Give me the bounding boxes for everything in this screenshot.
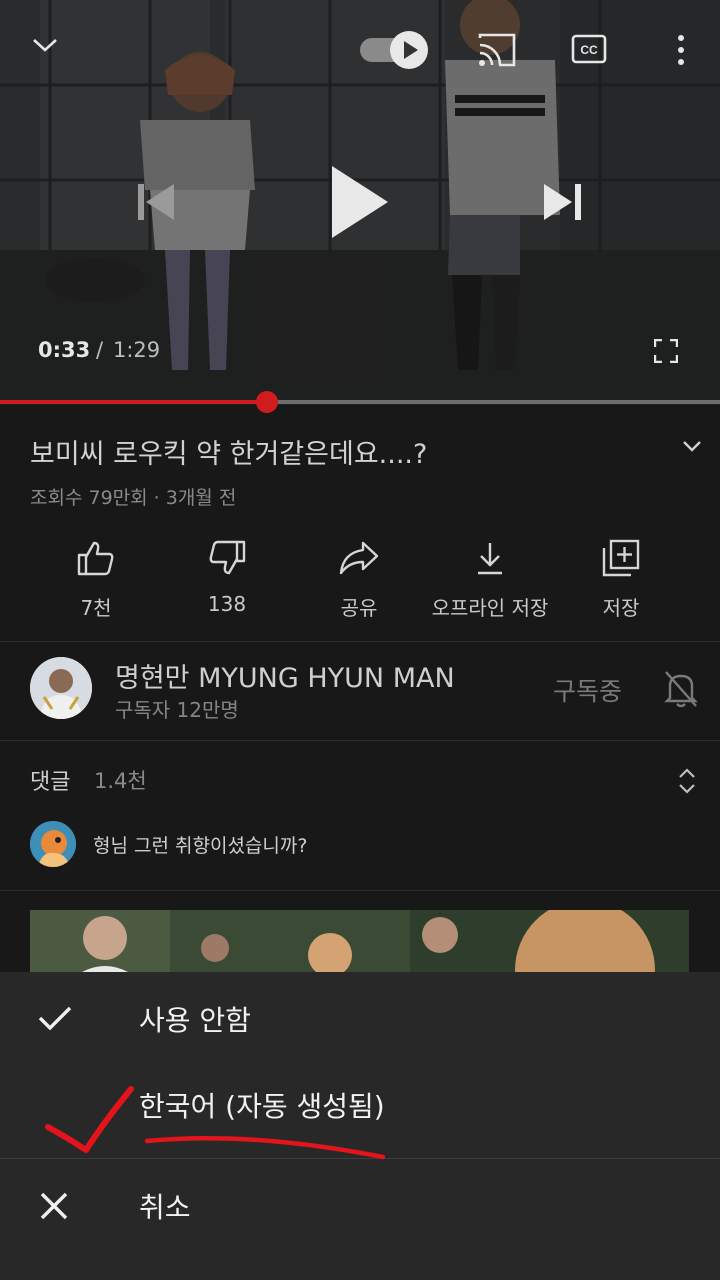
comment-avatar-image [30, 821, 76, 867]
comment-avatar [30, 821, 76, 867]
subscriber-count: 구독자 12만명 [115, 698, 239, 722]
dislike-button[interactable]: 138 [157, 536, 297, 616]
previous-button[interactable] [138, 184, 176, 220]
chevron-down-icon [683, 441, 701, 452]
video-meta: 조회수 79만회 · 3개월 전 [30, 487, 237, 509]
next-video-thumbnail[interactable] [30, 910, 689, 980]
fullscreen-button[interactable] [654, 339, 678, 363]
download-button[interactable]: 오프라인 저장 [420, 536, 560, 621]
share-label: 공유 [340, 596, 378, 620]
bell-off-icon [664, 671, 698, 708]
autoplay-toggle[interactable] [359, 30, 429, 70]
save-button[interactable]: 저장 [551, 536, 691, 621]
more-options-button[interactable] [676, 34, 686, 66]
video-player[interactable]: CC 0:33 / 1:29 [0, 0, 720, 405]
like-count: 7천 [80, 596, 112, 620]
caption-option-label: 사용 안함 [139, 1004, 251, 1037]
red-annotation-markup [45, 1086, 386, 1160]
svg-text:CC: CC [580, 43, 598, 57]
check-icon [38, 1006, 72, 1031]
cast-button[interactable] [477, 32, 517, 68]
save-label: 저장 [602, 596, 640, 620]
close-icon [40, 1192, 68, 1220]
fullscreen-icon [654, 339, 678, 363]
save-to-playlist-icon [602, 539, 640, 577]
cancel-button[interactable]: 취소 [0, 1159, 720, 1280]
expand-description-button[interactable] [682, 438, 702, 457]
current-time: 0:33 [38, 338, 91, 362]
next-icon [544, 184, 581, 220]
download-label: 오프라인 저장 [431, 596, 549, 620]
download-icon [478, 543, 502, 575]
video-title[interactable]: 보미씨 로우킥 약 한거같은데요....? [30, 432, 427, 471]
play-icon [332, 166, 388, 238]
cast-icon [478, 33, 516, 67]
dislike-icon [209, 540, 246, 575]
like-icon [77, 541, 114, 576]
more-vert-icon [678, 35, 684, 65]
like-button[interactable]: 7천 [26, 536, 166, 621]
cc-icon: CC [571, 34, 607, 64]
time-separator: / [96, 338, 104, 362]
previous-icon [138, 184, 174, 220]
channel-name[interactable]: 명현만 MYUNG HYUN MAN [115, 656, 455, 695]
divider [0, 740, 720, 741]
play-button[interactable] [332, 166, 388, 238]
caption-option-off[interactable]: 사용 안함 [0, 972, 720, 1065]
divider [0, 641, 720, 642]
comments-title[interactable]: 댓글 [30, 764, 70, 796]
next-button[interactable] [544, 184, 582, 220]
captions-button[interactable]: CC [571, 34, 607, 64]
channel-avatar[interactable] [30, 657, 92, 719]
divider [0, 890, 720, 891]
total-duration: 1:29 [113, 338, 161, 362]
sort-icon [679, 768, 695, 794]
comments-expand-button[interactable] [677, 767, 697, 799]
dislike-count: 138 [207, 592, 247, 616]
progress-fill [0, 400, 268, 404]
progress-scrubber[interactable] [256, 391, 279, 413]
chevron-down-icon [33, 39, 57, 52]
notification-bell-button[interactable] [664, 670, 698, 712]
share-button[interactable]: 공유 [289, 536, 429, 621]
comments-count: 1.4천 [94, 769, 147, 793]
share-icon [339, 541, 379, 575]
autoplay-toggle-icon [360, 31, 428, 69]
minimize-button[interactable] [32, 34, 58, 54]
cancel-label: 취소 [139, 1191, 191, 1224]
top-comment[interactable]: 형님 그런 취향이셨습니까? [93, 831, 307, 858]
channel-avatar-image [30, 657, 92, 719]
next-video-image [30, 910, 689, 980]
subscribed-button[interactable]: 구독중 [553, 672, 622, 708]
